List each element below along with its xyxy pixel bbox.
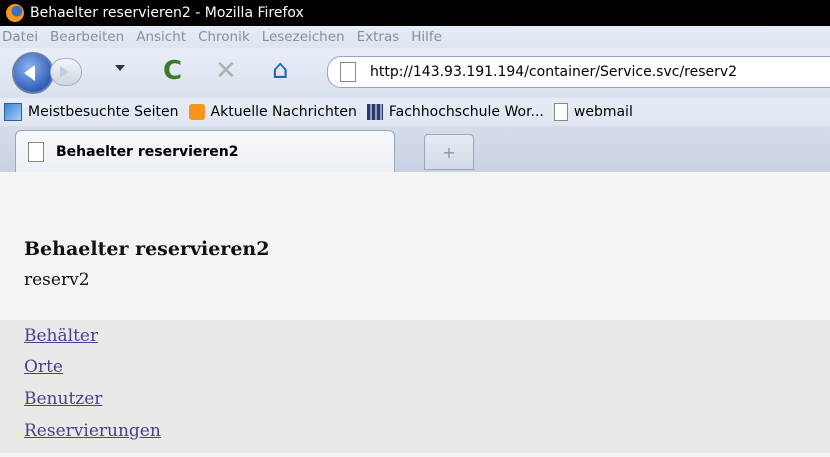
link-reservierungen[interactable]: Reservierungen — [24, 421, 161, 441]
page-heading: Behaelter reservieren2 — [24, 238, 270, 260]
bookmark-fachhochschule[interactable]: Fachhochschule Wor... — [366, 104, 544, 120]
menu-item-hilfe[interactable]: Hilfe — [411, 29, 442, 45]
menu-item-extras[interactable]: Extras — [357, 29, 400, 45]
window-titlebar: Behaelter reservieren2 - Mozilla Firefox — [0, 0, 830, 26]
address-bar[interactable]: http://143.93.191.194/container/Service.… — [327, 56, 830, 88]
forward-icon[interactable] — [50, 58, 82, 86]
bookmark-label: Fachhochschule Wor... — [388, 104, 544, 120]
link-orte[interactable]: Orte — [24, 357, 63, 377]
page-subtitle: reserv2 — [24, 270, 90, 290]
menu-item-bearbeiten[interactable]: Bearbeiten — [50, 29, 124, 45]
link-benutzer[interactable]: Benutzer — [24, 389, 102, 409]
menu-item-lesezeichen[interactable]: Lesezeichen — [262, 29, 345, 45]
bookmark-meistbesuchte[interactable]: Meistbesuchte Seiten — [4, 103, 179, 121]
bookmarks-toolbar: Meistbesuchte Seiten Aktuelle Nachrichte… — [0, 98, 830, 126]
bookmark-aktuelle-nachrichten[interactable]: Aktuelle Nachrichten — [188, 104, 357, 120]
page-icon — [553, 103, 568, 121]
nav-link-list: Behälter Orte Benutzer Reservierungen — [0, 320, 830, 453]
reload-icon[interactable]: C — [163, 58, 182, 84]
site-icon — [366, 104, 383, 120]
menu-item-datei[interactable]: Datei — [2, 29, 38, 45]
bookmark-webmail[interactable]: webmail — [553, 103, 633, 121]
link-behaelter[interactable]: Behälter — [24, 326, 98, 346]
firefox-logo-icon — [6, 4, 24, 22]
history-dropdown-icon[interactable] — [115, 65, 125, 71]
new-tab-button[interactable]: + — [424, 134, 474, 170]
menu-item-chronik[interactable]: Chronik — [198, 29, 250, 45]
tab-strip: Behaelter reservieren2 + — [0, 126, 830, 173]
plus-icon: + — [442, 142, 456, 162]
tab-behaelter-reservieren2[interactable]: Behaelter reservieren2 — [15, 130, 395, 173]
back-icon[interactable] — [12, 52, 54, 94]
bookmark-icon — [4, 103, 22, 121]
bookmark-label: Aktuelle Nachrichten — [210, 104, 357, 120]
bookmark-label: webmail — [573, 104, 633, 120]
menu-bar: Datei Bearbeiten Ansicht Chronik Lesezei… — [0, 26, 830, 48]
bookmark-label: Meistbesuchte Seiten — [28, 104, 179, 120]
page-content: Behaelter reservieren2 reserv2 Behälter … — [0, 172, 830, 457]
window-title: Behaelter reservieren2 - Mozilla Firefox — [30, 5, 304, 21]
page-icon — [340, 62, 356, 82]
stop-icon[interactable]: ✕ — [215, 58, 237, 84]
url-text[interactable]: http://143.93.191.194/container/Service.… — [370, 64, 737, 80]
tab-page-icon — [28, 142, 44, 162]
menu-item-ansicht[interactable]: Ansicht — [136, 29, 186, 45]
home-icon[interactable]: ⌂ — [272, 56, 289, 84]
navigation-toolbar: C ✕ ⌂ http://143.93.191.194/container/Se… — [0, 48, 830, 98]
rss-icon — [188, 104, 205, 120]
tab-label: Behaelter reservieren2 — [56, 144, 239, 160]
